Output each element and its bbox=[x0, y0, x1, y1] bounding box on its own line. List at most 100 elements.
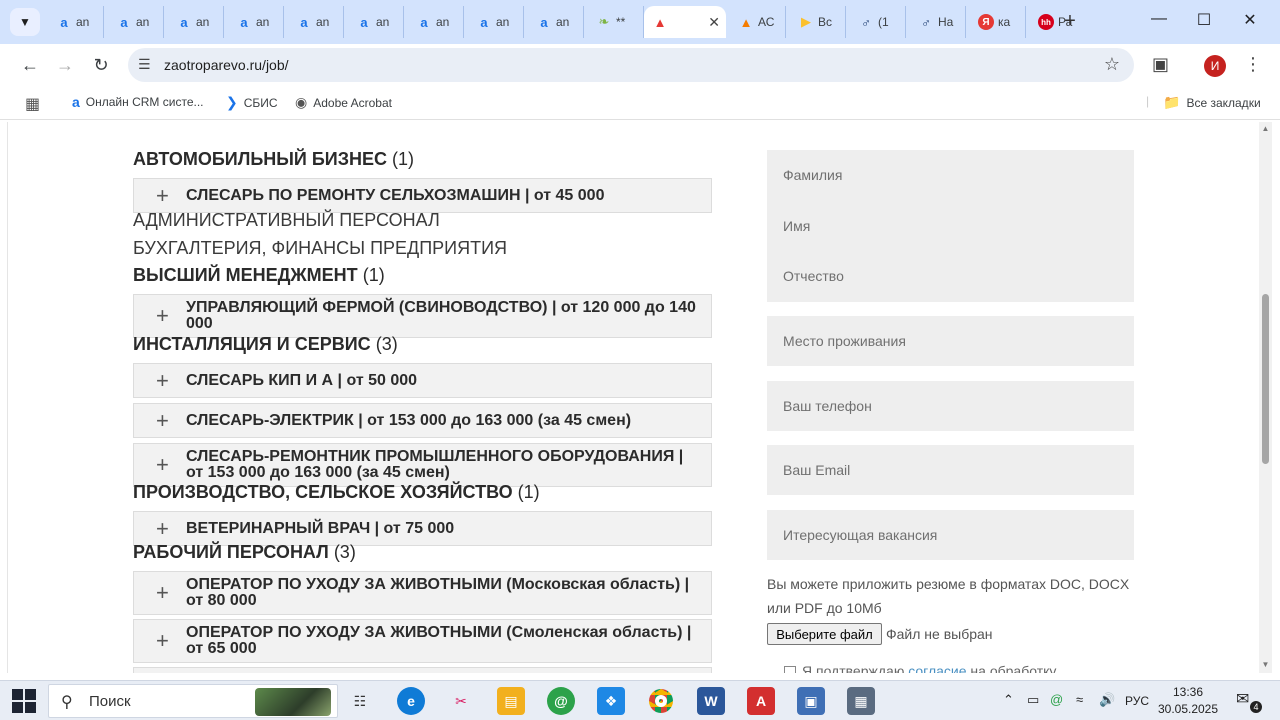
wifi-icon[interactable]: ≈ bbox=[1076, 692, 1083, 707]
scroll-down-icon[interactable]: ▼ bbox=[1259, 660, 1272, 669]
chrome-icon[interactable] bbox=[647, 687, 675, 715]
scrollbar-thumb[interactable] bbox=[1262, 294, 1269, 464]
category-heading[interactable]: ПРОИЗВОДСТВО, СЕЛЬСКОЕ ХОЗЯЙСТВО (1) bbox=[133, 482, 540, 503]
start-button[interactable] bbox=[12, 689, 36, 713]
minimize-button[interactable]: — bbox=[1146, 10, 1172, 34]
job-accordion-item[interactable]: + СЛЕСАРЬ КИП И А | от 50 000 bbox=[133, 363, 712, 398]
battery-icon[interactable]: ▭ bbox=[1027, 692, 1039, 708]
consent-text: Я подтверждаю bbox=[802, 663, 905, 673]
job-accordion-item[interactable]: + УПРАВЛЯЮЩИЙ ФЕРМОЙ (СВИНОВОДСТВО) | от … bbox=[133, 294, 712, 338]
job-accordion-item[interactable]: + ВЕТЕРИНАРНЫЙ ВРАЧ | от 75 000 bbox=[133, 511, 712, 546]
file-explorer-icon[interactable]: ▤ bbox=[497, 687, 525, 715]
tab[interactable]: a an bbox=[404, 6, 464, 38]
tab-search-button[interactable]: ▼ bbox=[10, 8, 40, 36]
maximize-button[interactable]: ☐ bbox=[1191, 10, 1217, 34]
close-tab-icon[interactable]: ✕ bbox=[708, 14, 720, 31]
task-view-icon[interactable]: ☷ bbox=[346, 687, 374, 715]
tab[interactable]: a an bbox=[464, 6, 524, 38]
language-indicator[interactable]: РУС bbox=[1125, 694, 1149, 708]
windows-logo-icon bbox=[25, 702, 36, 713]
calculator-icon[interactable]: ▦ bbox=[847, 687, 875, 715]
tab-favicon-icon: a bbox=[180, 14, 188, 30]
scroll-up-icon[interactable]: ▲ bbox=[1259, 124, 1272, 133]
tab[interactable]: a an bbox=[344, 6, 404, 38]
address-bar[interactable]: ☰ zaotroparevo.ru/job/ ☆ bbox=[128, 48, 1134, 82]
close-window-button[interactable]: ✕ bbox=[1237, 10, 1263, 34]
bookmarks-bar: ▦ a Онлайн CRM систе... ❯ СБИС ◉ Adobe Acro… bbox=[0, 86, 1280, 120]
menu-kebab-icon[interactable]: ⋮ bbox=[1244, 54, 1262, 75]
job-accordion-item[interactable]: + ОПЕРАТОР ПО УХОДУ ЗА ЖИВОТНЫМИ (Московс… bbox=[133, 571, 712, 615]
bookmark-crm[interactable]: a Онлайн CRM систе... bbox=[72, 94, 204, 110]
site-settings-icon[interactable]: ☰ bbox=[138, 56, 151, 73]
volume-icon[interactable]: 🔊 bbox=[1099, 692, 1115, 708]
tab[interactable]: a an bbox=[164, 6, 224, 38]
category-name: РАБОЧИЙ ПЕРСОНАЛ bbox=[133, 542, 329, 562]
tray-app-icon[interactable]: @ bbox=[1050, 692, 1063, 707]
bookmark-sbis[interactable]: ❯ СБИС bbox=[226, 94, 278, 111]
remote-desktop-icon[interactable]: ▣ bbox=[797, 687, 825, 715]
job-accordion-item[interactable]: + СЛЕСАРЬ-РЕМОНТНИК ПРОМЫШЛЕННОГО ОБОРУДО… bbox=[133, 443, 712, 487]
new-tab-button[interactable]: + bbox=[1058, 10, 1082, 34]
consent-checkbox[interactable] bbox=[784, 666, 796, 673]
profile-avatar[interactable]: И bbox=[1204, 55, 1226, 77]
email-input[interactable] bbox=[767, 445, 1134, 495]
plus-icon: + bbox=[156, 367, 169, 393]
app-icon[interactable]: ❖ bbox=[597, 687, 625, 715]
job-accordion-item[interactable]: + СЛЕСАРЬ ПО РЕМОНТУ СЕЛЬХОЗМАШИН | от 45… bbox=[133, 178, 712, 213]
bookmark-star-icon[interactable]: ☆ bbox=[1104, 54, 1120, 75]
bookmark-acrobat[interactable]: ◉ Adobe Acrobat bbox=[295, 94, 392, 111]
category-heading[interactable]: РАБОЧИЙ ПЕРСОНАЛ (3) bbox=[133, 542, 356, 563]
tab[interactable]: a an bbox=[524, 6, 584, 38]
residence-input[interactable] bbox=[767, 316, 1134, 366]
category-heading[interactable]: ВЫСШИЙ МЕНЕДЖМЕНТ (1) bbox=[133, 265, 385, 286]
notifications-icon[interactable]: ✉ bbox=[1236, 689, 1249, 709]
job-accordion-item[interactable] bbox=[133, 667, 712, 673]
messenger-icon[interactable]: @ bbox=[547, 687, 575, 715]
tab[interactable]: a an bbox=[104, 6, 164, 38]
category-heading[interactable]: АДМИНИСТРАТИВНЫЙ ПЕРСОНАЛ bbox=[133, 210, 440, 231]
chevron-up-icon[interactable]: ⌃ bbox=[1003, 692, 1014, 708]
tab-favicon-icon: a bbox=[240, 14, 248, 30]
consent-link[interactable]: согласие bbox=[908, 663, 966, 673]
browser-toolbar: ← → ↻ ☰ zaotroparevo.ru/job/ ☆ ▣ ⋮ bbox=[0, 44, 1280, 86]
extensions-icon[interactable]: ▣ bbox=[1152, 54, 1169, 75]
reload-button[interactable]: ↻ bbox=[88, 52, 114, 78]
tab[interactable]: ❧ ** bbox=[584, 6, 644, 38]
all-bookmarks-button[interactable]: 📁 Все закладки bbox=[1163, 94, 1261, 111]
clock[interactable]: 13:36 30.05.2025 bbox=[1156, 684, 1220, 718]
phone-input[interactable] bbox=[767, 381, 1134, 431]
snipping-icon[interactable]: ✂ bbox=[447, 687, 475, 715]
tab[interactable]: ♂ На bbox=[906, 6, 966, 38]
clock-date: 30.05.2025 bbox=[1157, 702, 1219, 716]
category-heading[interactable]: АВТОМОБИЛЬНЫЙ БИЗНЕС (1) bbox=[133, 149, 414, 170]
lastname-input[interactable] bbox=[767, 150, 1134, 200]
acrobat-icon[interactable]: A bbox=[747, 687, 775, 715]
web-page: АВТОМОБИЛЬНЫЙ БИЗНЕС (1) + СЛЕСАРЬ ПО РЕМ… bbox=[7, 122, 1271, 673]
tab[interactable]: Яка bbox=[966, 6, 1026, 38]
apps-grid-icon[interactable]: ▦ bbox=[25, 94, 40, 114]
job-accordion-item[interactable]: + СЛЕСАРЬ-ЭЛЕКТРИК | от 153 000 до 163 00… bbox=[133, 403, 712, 438]
choose-file-button[interactable]: Выберите файл bbox=[767, 623, 882, 645]
tab[interactable]: ♂ (1 bbox=[846, 6, 906, 38]
job-accordion-item[interactable]: + ОПЕРАТОР ПО УХОДУ ЗА ЖИВОТНЫМИ (Смоленс… bbox=[133, 619, 712, 663]
patronymic-input[interactable] bbox=[767, 251, 1134, 301]
back-button[interactable]: ← bbox=[17, 52, 43, 78]
page-scrollbar[interactable]: ▲ ▼ bbox=[1259, 122, 1272, 673]
tab[interactable]: a an bbox=[44, 6, 104, 38]
tab[interactable]: a an bbox=[284, 6, 344, 38]
tab-active[interactable]: ▲ ✕ bbox=[644, 6, 726, 38]
firstname-input[interactable] bbox=[767, 201, 1134, 251]
word-icon[interactable]: W bbox=[697, 687, 725, 715]
tab[interactable]: a an bbox=[224, 6, 284, 38]
taskbar-search[interactable]: ⚲ Поиск bbox=[48, 684, 338, 718]
vacancy-input[interactable] bbox=[767, 510, 1134, 560]
forward-button[interactable]: → bbox=[52, 52, 78, 78]
tab[interactable]: ▲ АС bbox=[726, 6, 786, 38]
tab-label: (1 bbox=[878, 15, 889, 29]
url-text[interactable]: zaotroparevo.ru/job/ bbox=[164, 57, 289, 73]
email-field bbox=[767, 445, 1134, 495]
category-heading[interactable]: ИНСТАЛЛЯЦИЯ И СЕРВИС (3) bbox=[133, 334, 398, 355]
tab[interactable]: ▶ Вс bbox=[786, 6, 846, 38]
category-heading[interactable]: БУХГАЛТЕРИЯ, ФИНАНСЫ ПРЕДПРИЯТИЯ bbox=[133, 238, 507, 259]
edge-icon[interactable]: e bbox=[397, 687, 425, 715]
